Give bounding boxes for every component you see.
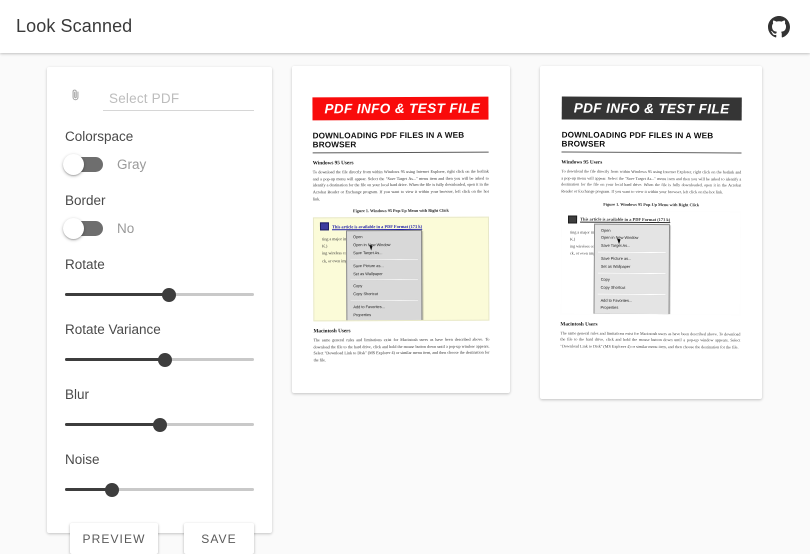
label-border: Border bbox=[65, 193, 106, 208]
doc-figure-thumbnail-icon bbox=[319, 222, 330, 231]
doc-heading: DOWNLOADING PDF FILES IN A WEB BROWSER bbox=[312, 130, 489, 154]
context-menu-separator bbox=[350, 258, 419, 260]
document-preview-gray: PDF INFO & TEST FILE DOWNLOADING PDF FIL… bbox=[548, 74, 754, 391]
label-rotate-variance: Rotate Variance bbox=[65, 322, 161, 337]
doc-figure: This article is available in a PDF Forma… bbox=[312, 216, 490, 322]
colorspace-toggle[interactable] bbox=[63, 153, 103, 175]
app-bar: Look Scanned bbox=[0, 0, 810, 53]
context-menu-item: Copy Shortcut bbox=[600, 284, 626, 290]
context-menu-item: Properties bbox=[600, 305, 619, 311]
rotate-variance-slider-fill bbox=[65, 358, 166, 361]
page-body: Select PDF Colorspace Gray Border No Rot… bbox=[0, 53, 810, 554]
border-toggle-knob bbox=[63, 217, 84, 239]
file-input-underline: Select PDF bbox=[103, 91, 254, 111]
context-menu-item: Properties bbox=[353, 312, 372, 318]
rotate-slider[interactable] bbox=[65, 286, 254, 304]
rotate-variance-slider[interactable] bbox=[65, 351, 254, 369]
preview-card-gray[interactable]: PDF INFO & TEST FILE DOWNLOADING PDF FIL… bbox=[540, 66, 762, 399]
doc-banner: PDF INFO & TEST FILE bbox=[561, 96, 742, 121]
doc-figure: This article is available in a PDF Forma… bbox=[560, 209, 742, 316]
context-menu-separator bbox=[597, 251, 666, 254]
doc-section2-body: The same general rules and limitations e… bbox=[560, 329, 741, 350]
noise-slider-thumb[interactable] bbox=[105, 483, 120, 497]
colorspace-toggle-knob bbox=[63, 153, 84, 175]
file-picker-row[interactable]: Select PDF bbox=[65, 67, 254, 111]
noise-slider[interactable] bbox=[65, 481, 254, 499]
border-toggle-row: No bbox=[63, 217, 254, 239]
doc-figure-thumbnail-icon bbox=[568, 214, 578, 224]
paperclip-icon bbox=[65, 83, 85, 107]
document-preview-color: PDF INFO & TEST FILE DOWNLOADING PDF FIL… bbox=[300, 74, 502, 385]
doc-section2-title: Macintosh Users bbox=[560, 320, 598, 328]
context-menu-item: Save Target As... bbox=[600, 242, 631, 249]
controls-panel: Select PDF Colorspace Gray Border No Rot… bbox=[47, 67, 272, 554]
doc-section1-body: To download the file directly from withi… bbox=[561, 168, 742, 195]
rotate-slider-thumb[interactable] bbox=[161, 288, 176, 302]
doc-figure-link[interactable]: This article is available in a PDF Forma… bbox=[580, 217, 670, 223]
doc-figure-link[interactable]: This article is available in a PDF Forma… bbox=[332, 224, 422, 229]
label-colorspace: Colorspace bbox=[65, 129, 134, 144]
context-menu-separator bbox=[597, 293, 666, 295]
doc-context-menu: Open Open in New Window Save Target As..… bbox=[346, 230, 423, 322]
doc-section2-title: Macintosh Users bbox=[313, 328, 351, 335]
preview-card-color[interactable]: PDF INFO & TEST FILE DOWNLOADING PDF FIL… bbox=[292, 66, 510, 393]
context-menu-item: Save Target As... bbox=[353, 249, 383, 256]
label-blur: Blur bbox=[65, 387, 90, 402]
context-menu-separator bbox=[597, 272, 666, 274]
preview-button[interactable]: PREVIEW bbox=[70, 523, 158, 554]
doc-banner: PDF INFO & TEST FILE bbox=[312, 96, 489, 121]
blur-slider-thumb[interactable] bbox=[152, 418, 167, 432]
page-title: Look Scanned bbox=[16, 16, 133, 36]
github-link-button[interactable] bbox=[764, 12, 794, 42]
doc-figure-caption: Figure 1. Windows 95 Pop-Up Menu with Ri… bbox=[353, 207, 449, 214]
rotate-slider-fill bbox=[65, 293, 169, 296]
doc-section1-body: To download the file directly from withi… bbox=[312, 168, 489, 201]
doc-figure-caption: Figure 1. Windows 95 Pop-Up Menu with Ri… bbox=[603, 201, 700, 207]
save-button[interactable]: SAVE bbox=[184, 523, 254, 554]
doc-banner-text: PDF INFO & TEST FILE bbox=[324, 100, 481, 117]
label-rotate: Rotate bbox=[65, 257, 105, 272]
doc-context-menu: Open Open in New Window Save Target As..… bbox=[593, 223, 671, 316]
doc-section1-title: Windows 95 Users bbox=[561, 159, 603, 166]
blur-slider[interactable] bbox=[65, 416, 254, 434]
doc-heading: DOWNLOADING PDF FILES IN A WEB BROWSER bbox=[561, 130, 742, 154]
context-menu-item: Set as Wallpaper bbox=[600, 263, 631, 269]
border-toggle-value: No bbox=[117, 220, 135, 236]
border-toggle[interactable] bbox=[63, 217, 103, 239]
github-icon bbox=[768, 15, 790, 38]
rotate-variance-slider-thumb[interactable] bbox=[158, 353, 173, 367]
label-noise: Noise bbox=[65, 452, 100, 467]
context-menu-item: Set as Wallpaper bbox=[353, 270, 383, 276]
context-menu-item: Copy Shortcut bbox=[353, 291, 378, 297]
select-pdf-input[interactable]: Select PDF bbox=[103, 91, 254, 106]
context-menu-separator bbox=[350, 300, 419, 302]
colorspace-toggle-value: Gray bbox=[117, 156, 147, 172]
colorspace-toggle-row: Gray bbox=[63, 153, 254, 175]
blur-slider-fill bbox=[65, 423, 160, 426]
doc-banner-text: PDF INFO & TEST FILE bbox=[573, 100, 730, 117]
context-menu-separator bbox=[350, 279, 419, 281]
doc-section1-title: Windows 95 Users bbox=[312, 160, 354, 167]
doc-section2-body: The same general rules and limitations e… bbox=[313, 336, 490, 363]
action-buttons: PREVIEW SAVE bbox=[65, 523, 254, 554]
